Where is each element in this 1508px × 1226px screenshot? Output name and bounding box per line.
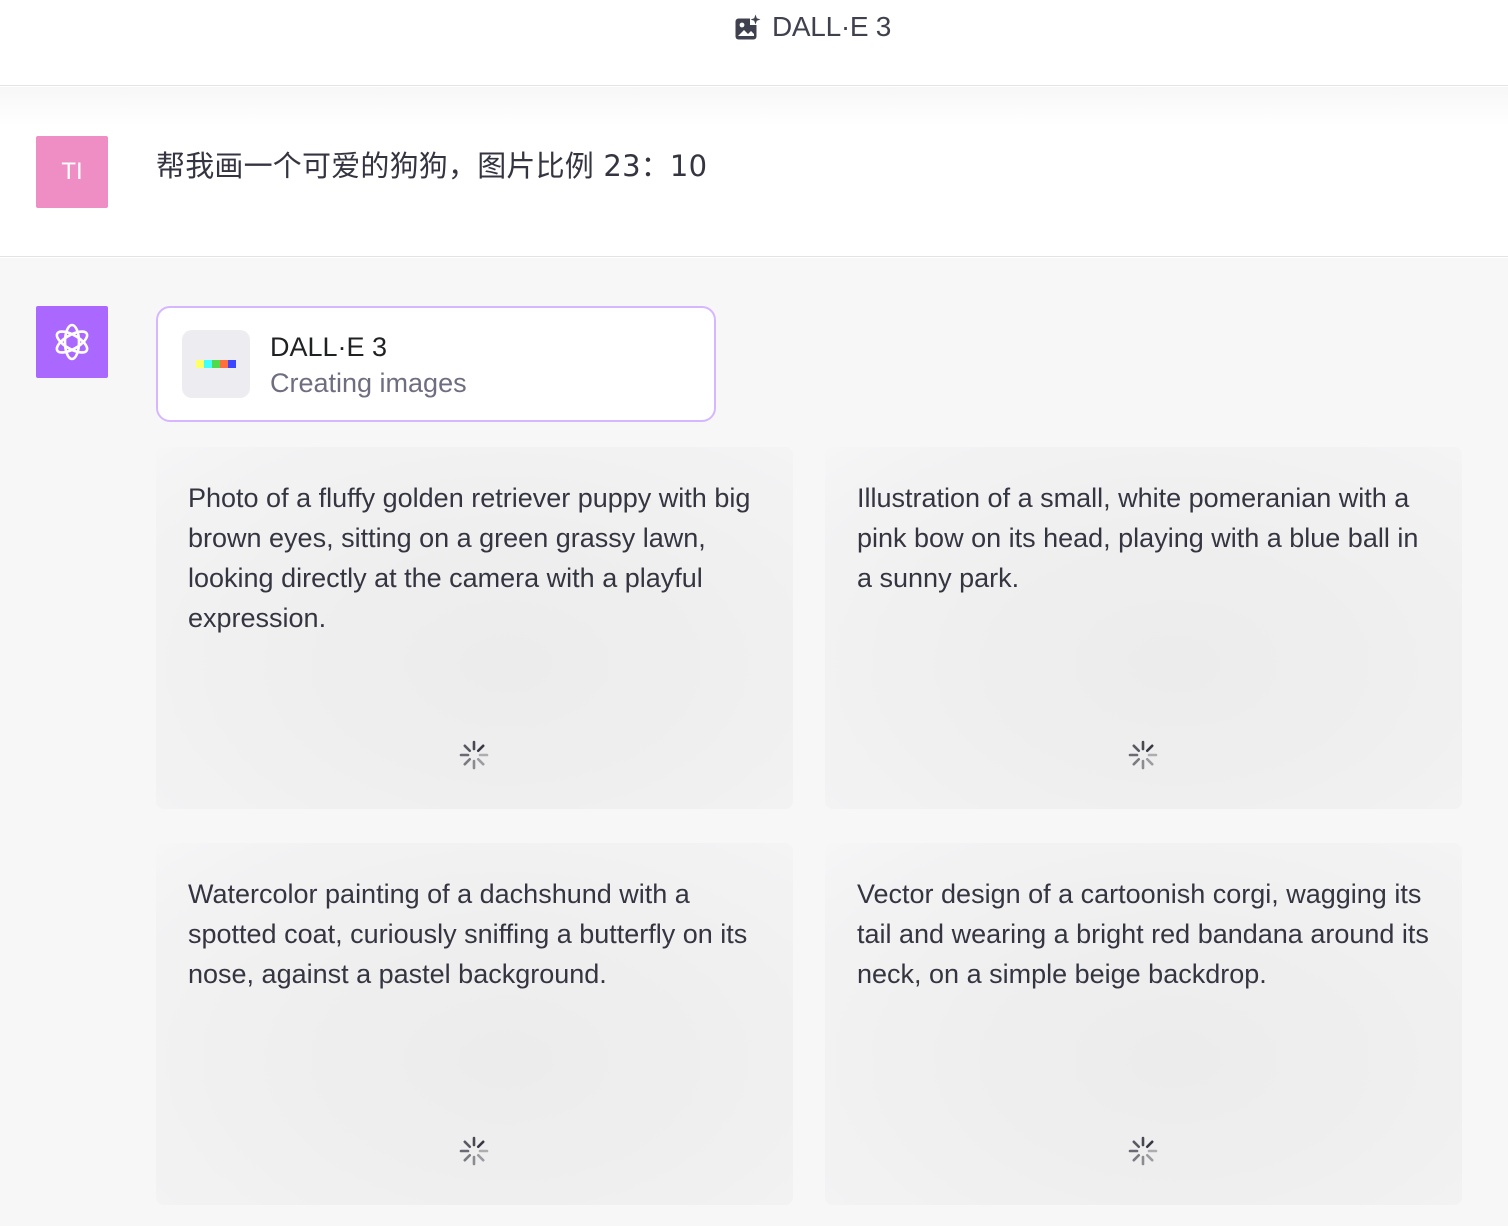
spinner-tick <box>463 1153 472 1162</box>
tool-name: DALL·E 3 <box>270 332 388 362</box>
dalle-color-strip-icon <box>182 330 250 398</box>
image-prompt-text: Watercolor painting of a dachshund with … <box>188 879 748 989</box>
assistant-message-row: DALL·E 3 Creating images Photo of a fluf… <box>0 258 1508 1226</box>
spinner-tick <box>476 1153 485 1162</box>
image-placeholder: Vector design of a cartoonish corgi, wag… <box>825 843 1462 1205</box>
color-strip-segment <box>228 360 236 368</box>
spinner-tick <box>1145 1140 1154 1149</box>
tool-status: Creating images <box>270 368 467 398</box>
top-bar: DALL·E 3 <box>0 0 1508 86</box>
spinner-tick <box>1132 1140 1141 1149</box>
user-message-row: TI 帮我画一个可爱的狗狗，图片比例 23：10 <box>0 87 1508 257</box>
loading-spinner-icon <box>459 740 489 770</box>
spinner-tick <box>1145 1153 1154 1162</box>
color-strip-segment <box>212 360 220 368</box>
spinner-tick <box>463 757 472 766</box>
image-sparkle-icon <box>735 14 761 40</box>
user-message-text: 帮我画一个可爱的狗狗，图片比例 23：10 <box>156 149 708 183</box>
image-prompt-text: Illustration of a small, white pomerania… <box>857 483 1419 593</box>
spinner-tick <box>476 1140 485 1149</box>
spinner-tick <box>1145 744 1154 753</box>
spinner-tick <box>1132 1153 1141 1162</box>
spinner-tick <box>463 1140 472 1149</box>
spinner-tick <box>1132 744 1141 753</box>
color-strip-segment <box>220 360 228 368</box>
assistant-avatar <box>36 306 108 378</box>
openai-logo-icon <box>55 323 89 361</box>
model-title[interactable]: DALL·E 3 <box>734 9 891 45</box>
loading-spinner-icon <box>459 1136 489 1166</box>
spinner-tick <box>476 744 485 753</box>
spinner-tick <box>476 757 485 766</box>
model-title-text: DALL·E 3 <box>772 11 891 42</box>
image-placeholder: Watercolor painting of a dachshund with … <box>156 843 793 1205</box>
loading-spinner-icon <box>1128 740 1158 770</box>
image-prompt-text: Vector design of a cartoonish corgi, wag… <box>857 879 1429 989</box>
spinner-tick <box>1132 757 1141 766</box>
user-avatar: TI <box>36 136 108 208</box>
image-placeholder: Photo of a fluffy golden retriever puppy… <box>156 447 793 809</box>
spinner-tick <box>1145 757 1154 766</box>
loading-spinner-icon <box>1128 1136 1158 1166</box>
image-placeholder: Illustration of a small, white pomerania… <box>825 447 1462 809</box>
color-strip <box>196 360 236 368</box>
color-strip-segment <box>204 360 212 368</box>
dalle-tool-card[interactable]: DALL·E 3 Creating images <box>156 306 716 422</box>
color-strip-segment <box>196 360 204 368</box>
spinner-tick <box>463 744 472 753</box>
image-prompt-text: Photo of a fluffy golden retriever puppy… <box>188 483 751 633</box>
